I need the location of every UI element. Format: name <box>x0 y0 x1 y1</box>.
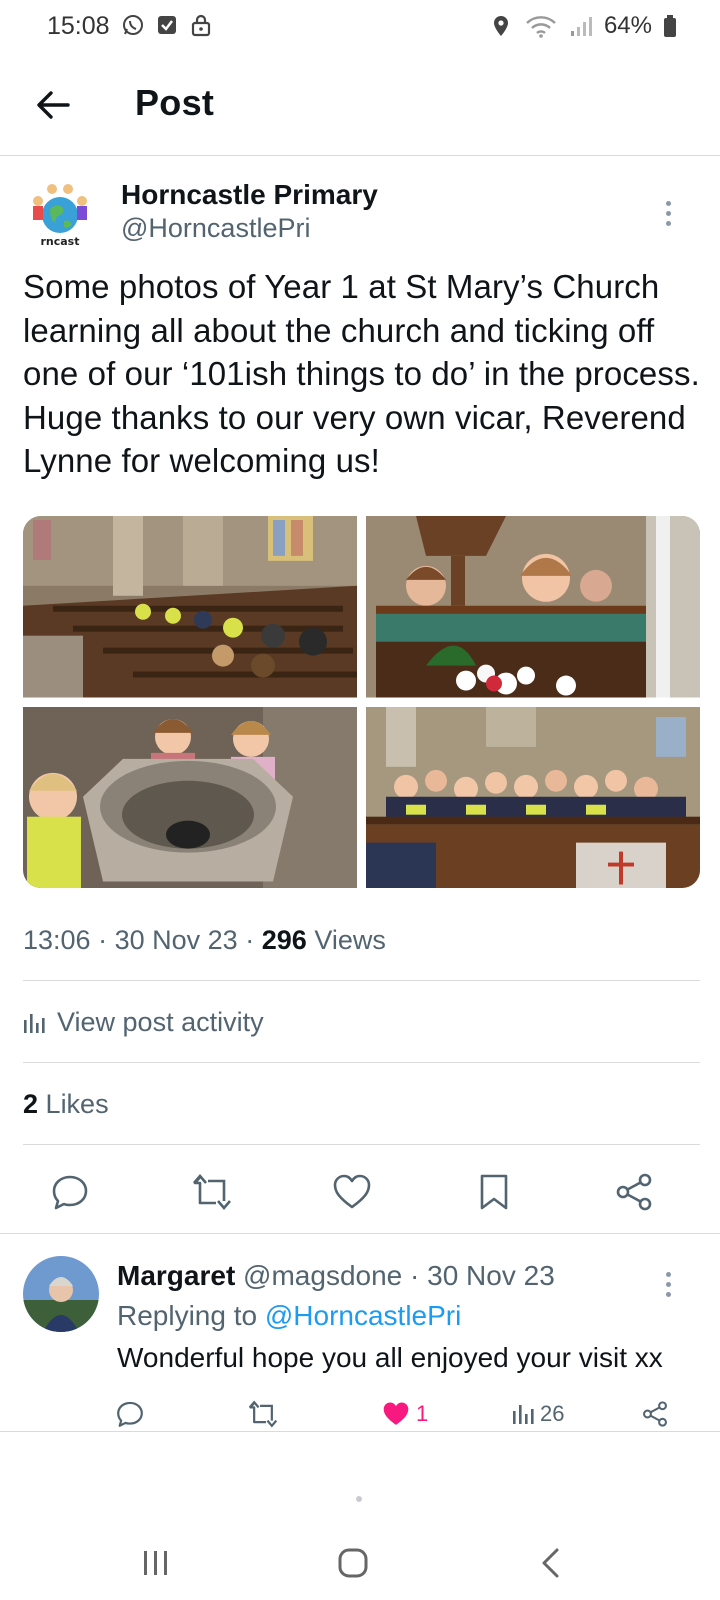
author-name[interactable]: Horncastle Primary <box>121 179 378 211</box>
divider <box>23 1062 700 1063</box>
repost-icon <box>248 1400 278 1428</box>
location-icon <box>488 13 514 39</box>
post-actions <box>0 1162 720 1222</box>
home-button[interactable] <box>323 1538 383 1588</box>
system-nav-bar <box>0 1530 720 1600</box>
recent-apps-button[interactable] <box>126 1538 186 1588</box>
author-handle[interactable]: @HorncastlePri <box>121 213 310 244</box>
like-filled-icon <box>383 1402 409 1425</box>
avatar-label: rncast <box>40 235 79 248</box>
share-icon <box>643 1401 667 1427</box>
page-indicator-dot <box>356 1496 362 1502</box>
reply-text: Wonderful hope you all enjoyed your visi… <box>117 1342 663 1373</box>
reply-post[interactable]: Margaret @magsdone · 30 Nov 23 Replying … <box>0 1236 720 1436</box>
bookmark-button[interactable] <box>470 1168 518 1216</box>
post-timestamp: 13:06 · 30 Nov 23 · 296 Views <box>23 925 386 955</box>
recent-apps-icon <box>144 1551 167 1575</box>
share-button[interactable] <box>610 1168 658 1216</box>
reply-author-handle[interactable]: @magsdone <box>243 1260 402 1291</box>
repost-button[interactable] <box>188 1168 236 1216</box>
back-button[interactable] <box>30 82 76 128</box>
battery-icon <box>662 13 678 39</box>
lock-icon <box>188 12 214 38</box>
bookmark-icon <box>480 1174 508 1210</box>
reply-icon <box>52 1175 88 1210</box>
reply-actions: 1 26 <box>0 1392 720 1436</box>
status-bar: 15:08 64% <box>0 0 720 52</box>
status-time: 15:08 <box>47 12 110 40</box>
reply-view-count: 26 <box>540 1401 565 1426</box>
battery-percent: 64% <box>603 12 652 39</box>
photo-children-in-pews[interactable] <box>366 706 700 888</box>
reply-more-options-button[interactable] <box>656 1264 680 1304</box>
reply-header: Margaret @magsdone · 30 Nov 23 <box>117 1260 555 1291</box>
divider <box>23 980 700 981</box>
signal-icon <box>568 13 594 39</box>
arrow-left-icon <box>37 91 70 119</box>
likes-count-link[interactable]: 2 Likes <box>23 1089 109 1120</box>
divider <box>23 1144 700 1145</box>
chevron-left-icon <box>542 1548 559 1578</box>
more-options-button[interactable] <box>656 193 680 233</box>
like-button[interactable] <box>328 1168 376 1216</box>
reply-share-button[interactable] <box>642 1392 668 1436</box>
media-grid <box>23 516 700 888</box>
replying-to-handle-link[interactable]: @HorncastlePri <box>265 1300 461 1331</box>
reply-reply-button[interactable] <box>116 1392 144 1436</box>
share-icon <box>616 1173 652 1211</box>
wifi-icon <box>524 13 558 39</box>
top-app-bar: Post <box>0 60 720 156</box>
divider <box>0 1431 720 1432</box>
reply-like-button[interactable]: 1 <box>382 1392 428 1436</box>
replying-to: Replying to @HorncastlePri <box>117 1300 462 1331</box>
photo-children-at-font[interactable] <box>23 706 357 888</box>
analytics-icon <box>513 1405 534 1424</box>
reply-date: 30 Nov 23 <box>427 1260 555 1291</box>
reply-author-name[interactable]: Margaret <box>117 1260 235 1291</box>
like-icon <box>333 1174 371 1209</box>
views-count: 296 <box>261 925 307 955</box>
divider <box>0 1233 720 1234</box>
page-title: Post <box>135 82 215 123</box>
repost-icon <box>193 1174 231 1210</box>
analytics-icon <box>24 1013 45 1033</box>
home-icon <box>338 1548 368 1578</box>
reply-icon <box>117 1401 143 1427</box>
whatsapp-icon <box>120 12 146 38</box>
system-back-button[interactable] <box>520 1538 580 1588</box>
avatar[interactable]: rncast <box>22 179 98 255</box>
reply-views-button[interactable]: 26 <box>512 1392 564 1436</box>
avatar[interactable] <box>23 1256 99 1332</box>
photo-church-pews-children[interactable] <box>23 516 357 698</box>
reply-button[interactable] <box>46 1168 94 1216</box>
views-label: Views <box>314 925 386 955</box>
photo-children-at-pulpit[interactable] <box>366 516 700 698</box>
reply-repost-button[interactable] <box>248 1392 278 1436</box>
reply-like-count: 1 <box>416 1401 429 1426</box>
checkbox-notification-icon <box>154 12 180 38</box>
view-post-activity-link[interactable]: View post activity <box>23 1007 264 1038</box>
post-text: Some photos of Year 1 at St Mary’s Churc… <box>23 268 700 479</box>
